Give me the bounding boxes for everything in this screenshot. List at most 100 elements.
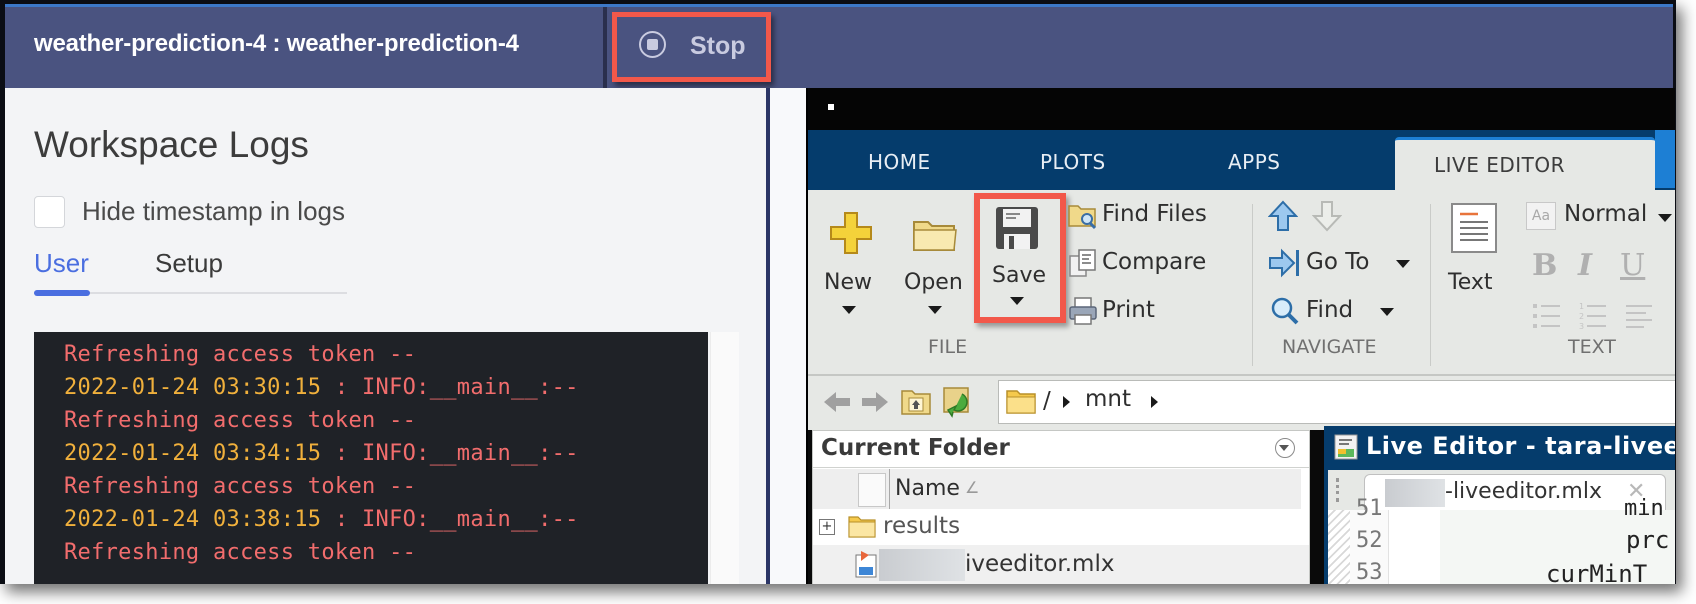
arrow-up-icon[interactable]	[1268, 200, 1298, 232]
editor-tab-label: -liveeditor.mlx	[1445, 479, 1602, 504]
log-timestamp: 2022-01-24 03:30:15	[64, 375, 322, 400]
log-text: : INFO:__main__:--	[321, 441, 579, 466]
go-to-icon	[1269, 248, 1299, 278]
stop-label: Stop	[690, 32, 746, 60]
stop-button[interactable]: Stop	[612, 12, 771, 82]
chevron-down-icon	[1658, 214, 1672, 222]
chevron-down-icon	[1010, 297, 1024, 305]
chevron-down-icon	[842, 306, 856, 314]
log-text: Refreshing access token --	[64, 342, 417, 367]
current-folder-panel: Current Folder Name ∠ + results iveedito…	[812, 430, 1310, 584]
print-button[interactable]: Print	[1068, 294, 1228, 332]
log-text: Refreshing access token --	[64, 474, 417, 499]
group-separator	[1430, 204, 1431, 366]
line-number: 51	[1356, 496, 1383, 521]
arrow-down-icon[interactable]	[1312, 200, 1342, 232]
workspace-title: weather-prediction-4 : weather-predictio…	[34, 30, 519, 57]
tab-setup[interactable]: Setup	[155, 248, 223, 279]
ribbon-tab-live-editor[interactable]: LIVE EDITOR	[1395, 137, 1655, 196]
ribbon-tab-apps[interactable]: APPS	[1228, 150, 1281, 174]
log-line: 2022-01-24 03:30:15 : INFO:__main__:--	[64, 375, 579, 400]
current-folder-title: Current Folder	[821, 435, 1010, 461]
matlab-desktop: HOME PLOTS APPS LIVE EDITOR New Open Sav…	[806, 88, 1675, 584]
open-button[interactable]: Open	[904, 206, 970, 316]
editor-file-tab[interactable]: -liveeditor.mlx ✕	[1364, 474, 1666, 511]
header-divider	[603, 7, 607, 88]
log-text: Refreshing access token --	[64, 540, 417, 565]
print-label: Print	[1102, 297, 1155, 323]
current-folder-header: Current Folder	[813, 431, 1309, 468]
log-output: Refreshing access token -- 2022-01-24 03…	[34, 332, 708, 584]
toolstrip: New Open Save Find Files Compare Print F…	[808, 190, 1675, 376]
forward-arrow-icon[interactable]	[860, 390, 890, 414]
compare-label: Compare	[1102, 249, 1207, 275]
find-files-icon	[1068, 205, 1097, 230]
address-bar: / mnt	[808, 376, 1675, 430]
code-line: curMinT	[1546, 560, 1648, 584]
name-column-header[interactable]: Name	[895, 476, 960, 501]
log-text: : INFO:__main__:--	[321, 507, 579, 532]
log-line: Refreshing access token --	[64, 540, 416, 565]
go-to-button[interactable]: Go To	[1268, 246, 1418, 284]
log-scrollbar[interactable]	[710, 332, 739, 584]
bold-button[interactable]: B	[1532, 248, 1557, 283]
browse-folder-icon[interactable]	[940, 384, 974, 418]
numbered-list-icon[interactable]: 123	[1578, 302, 1608, 330]
find-button[interactable]: Find	[1268, 294, 1418, 332]
back-arrow-icon[interactable]	[822, 390, 852, 414]
file-list-item[interactable]: + results	[813, 509, 1309, 545]
expand-icon[interactable]: +	[819, 519, 835, 535]
live-editor-title: Live Editor - tara-livee	[1366, 432, 1675, 460]
path-field[interactable]: / mnt	[998, 380, 1675, 424]
file-name: iveeditor.mlx	[965, 551, 1115, 577]
log-line: 2022-01-24 03:38:15 : INFO:__main__:--	[64, 507, 579, 532]
new-button[interactable]: New	[822, 206, 882, 316]
page-title: Workspace Logs	[34, 124, 309, 165]
window-menu-icon[interactable]	[828, 104, 834, 110]
column-divider	[889, 469, 890, 509]
drag-handle-icon[interactable]	[1336, 478, 1343, 502]
navigate-group-label: NAVIGATE	[1282, 336, 1377, 358]
up-folder-icon[interactable]	[900, 386, 932, 416]
ribbon-tab-plots[interactable]: PLOTS	[1040, 150, 1106, 174]
chevron-right-icon[interactable]	[1063, 396, 1070, 408]
find-files-button[interactable]: Find Files	[1068, 198, 1228, 236]
file-type-column-icon[interactable]	[858, 473, 886, 507]
text-label: Text	[1448, 270, 1493, 295]
panel-actions-icon[interactable]	[1275, 438, 1295, 458]
underline-button[interactable]: U	[1620, 248, 1645, 283]
log-line: Refreshing access token --	[64, 408, 416, 433]
log-timestamp: 2022-01-24 03:38:15	[64, 507, 322, 532]
text-group-label: TEXT	[1568, 336, 1616, 358]
code-editor[interactable]: 51 52 53 min prc curMinT	[1328, 496, 1675, 584]
compare-button[interactable]: Compare	[1068, 246, 1228, 284]
find-label: Find	[1306, 297, 1354, 323]
chevron-right-icon[interactable]	[1151, 396, 1158, 408]
log-text: Refreshing access token --	[64, 408, 417, 433]
save-button[interactable]: Save	[974, 193, 1066, 323]
text-button[interactable]: Text	[1444, 200, 1514, 310]
file-list-item[interactable]: iveeditor.mlx	[813, 545, 1309, 584]
log-line: Refreshing access token --	[64, 474, 416, 499]
path-root[interactable]: /	[1043, 388, 1051, 414]
tab-user[interactable]: User	[34, 248, 89, 279]
hide-timestamp-label[interactable]: Hide timestamp in logs	[82, 196, 345, 227]
stop-icon	[639, 31, 666, 58]
ribbon-tabs: HOME PLOTS APPS LIVE EDITOR	[808, 130, 1675, 196]
text-document-icon	[1451, 203, 1497, 253]
line-number: 53	[1356, 560, 1383, 584]
hide-timestamp-checkbox[interactable]	[34, 196, 65, 228]
svg-text:1: 1	[1579, 302, 1584, 311]
live-editor-panel: Live Editor - tara-livee -liveeditor.mlx…	[1324, 426, 1675, 584]
ribbon-tab-home[interactable]: HOME	[868, 150, 931, 174]
text-style-dropdown[interactable]: Aa Normal	[1526, 198, 1675, 236]
align-left-icon[interactable]	[1624, 302, 1654, 330]
sort-ascending-icon[interactable]: ∠	[965, 478, 979, 497]
code-area: min prc curMinT	[1440, 496, 1675, 584]
path-segment-mnt[interactable]: mnt	[1085, 386, 1131, 412]
italic-button[interactable]: I	[1578, 248, 1592, 283]
bullet-list-icon[interactable]	[1532, 302, 1562, 330]
text-style-label: Normal	[1564, 201, 1648, 227]
save-label: Save	[992, 263, 1047, 288]
floppy-disk-icon	[996, 207, 1038, 249]
